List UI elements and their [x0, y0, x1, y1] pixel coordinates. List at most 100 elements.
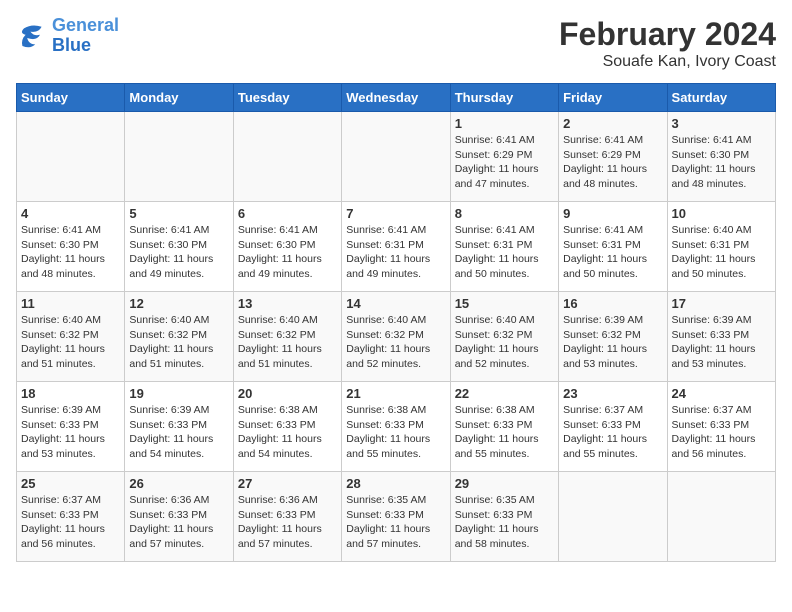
day-info: Sunrise: 6:41 AM Sunset: 6:29 PM Dayligh…	[455, 133, 554, 192]
calendar-cell	[17, 112, 125, 202]
calendar-cell: 6Sunrise: 6:41 AM Sunset: 6:30 PM Daylig…	[233, 202, 341, 292]
day-number: 17	[672, 296, 771, 311]
day-number: 28	[346, 476, 445, 491]
logo: General Blue	[16, 16, 119, 56]
calendar-cell: 11 Sunrise: 6:40 AM Sunset: 6:32 PM Dayli…	[17, 292, 125, 382]
day-number: 15	[455, 296, 554, 311]
day-info: Sunrise: 6:40 AM Sunset: 6:32 PM Dayligh…	[238, 313, 337, 372]
calendar-cell: 27 Sunrise: 6:36 AM Sunset: 6:33 PM Dayli…	[233, 472, 341, 562]
day-info: Sunrise: 6:35 AM Sunset: 6:33 PM Dayligh…	[455, 493, 554, 552]
calendar-day-header: Sunday	[17, 84, 125, 112]
day-number: 11	[21, 296, 120, 311]
calendar-cell: 7Sunrise: 6:41 AM Sunset: 6:31 PM Daylig…	[342, 202, 450, 292]
day-info: Sunrise: 6:39 AM Sunset: 6:33 PM Dayligh…	[129, 403, 228, 462]
calendar-day-header: Tuesday	[233, 84, 341, 112]
calendar-cell: 3 Sunrise: 6:41 AM Sunset: 6:30 PM Daylig…	[667, 112, 775, 202]
calendar-cell: 8Sunrise: 6:41 AM Sunset: 6:31 PM Daylig…	[450, 202, 558, 292]
calendar-cell: 16Sunrise: 6:39 AM Sunset: 6:32 PM Dayli…	[559, 292, 667, 382]
calendar-cell: 28 Sunrise: 6:35 AM Sunset: 6:33 PM Dayli…	[342, 472, 450, 562]
calendar-cell: 1 Sunrise: 6:41 AM Sunset: 6:29 PM Daylig…	[450, 112, 558, 202]
logo-general: General	[52, 15, 119, 35]
calendar-week-row: 4 Sunrise: 6:41 AM Sunset: 6:30 PM Daylig…	[17, 202, 776, 292]
day-info: Sunrise: 6:41 AM Sunset: 6:30 PM Dayligh…	[238, 223, 337, 282]
day-number: 22	[455, 386, 554, 401]
day-info: Sunrise: 6:41 AM Sunset: 6:30 PM Dayligh…	[129, 223, 228, 282]
day-info: Sunrise: 6:36 AM Sunset: 6:33 PM Dayligh…	[238, 493, 337, 552]
calendar-cell: 17Sunrise: 6:39 AM Sunset: 6:33 PM Dayli…	[667, 292, 775, 382]
day-number: 1	[455, 116, 554, 131]
day-number: 3	[672, 116, 771, 131]
calendar-cell: 9 Sunrise: 6:41 AM Sunset: 6:31 PM Daylig…	[559, 202, 667, 292]
day-number: 20	[238, 386, 337, 401]
calendar-cell	[125, 112, 233, 202]
day-info: Sunrise: 6:36 AM Sunset: 6:33 PM Dayligh…	[129, 493, 228, 552]
calendar-cell: 4 Sunrise: 6:41 AM Sunset: 6:30 PM Daylig…	[17, 202, 125, 292]
calendar-cell: 25Sunrise: 6:37 AM Sunset: 6:33 PM Dayli…	[17, 472, 125, 562]
day-number: 4	[21, 206, 120, 221]
day-number: 14	[346, 296, 445, 311]
calendar-cell: 19 Sunrise: 6:39 AM Sunset: 6:33 PM Dayli…	[125, 382, 233, 472]
logo-icon	[16, 22, 48, 50]
calendar-cell	[559, 472, 667, 562]
day-number: 27	[238, 476, 337, 491]
calendar-cell: 24 Sunrise: 6:37 AM Sunset: 6:33 PM Dayli…	[667, 382, 775, 472]
day-info: Sunrise: 6:37 AM Sunset: 6:33 PM Dayligh…	[21, 493, 120, 552]
day-info: Sunrise: 6:41 AM Sunset: 6:31 PM Dayligh…	[563, 223, 662, 282]
day-info: Sunrise: 6:38 AM Sunset: 6:33 PM Dayligh…	[238, 403, 337, 462]
calendar-cell: 26Sunrise: 6:36 AM Sunset: 6:33 PM Dayli…	[125, 472, 233, 562]
day-info: Sunrise: 6:41 AM Sunset: 6:30 PM Dayligh…	[672, 133, 771, 192]
calendar-cell: 2 Sunrise: 6:41 AM Sunset: 6:29 PM Daylig…	[559, 112, 667, 202]
calendar-cell: 23 Sunrise: 6:37 AM Sunset: 6:33 PM Dayli…	[559, 382, 667, 472]
page-header: General Blue February 2024 Souafe Kan, I…	[16, 16, 776, 71]
page-subtitle: Souafe Kan, Ivory Coast	[559, 53, 776, 71]
day-info: Sunrise: 6:37 AM Sunset: 6:33 PM Dayligh…	[672, 403, 771, 462]
calendar-cell: 29 Sunrise: 6:35 AM Sunset: 6:33 PM Dayli…	[450, 472, 558, 562]
calendar-cell: 10Sunrise: 6:40 AM Sunset: 6:31 PM Dayli…	[667, 202, 775, 292]
page-title: February 2024	[559, 16, 776, 53]
day-info: Sunrise: 6:41 AM Sunset: 6:29 PM Dayligh…	[563, 133, 662, 192]
day-info: Sunrise: 6:40 AM Sunset: 6:32 PM Dayligh…	[21, 313, 120, 372]
calendar-day-header: Saturday	[667, 84, 775, 112]
day-info: Sunrise: 6:39 AM Sunset: 6:32 PM Dayligh…	[563, 313, 662, 372]
calendar-cell: 15 Sunrise: 6:40 AM Sunset: 6:32 PM Dayli…	[450, 292, 558, 382]
day-number: 23	[563, 386, 662, 401]
calendar-day-header: Friday	[559, 84, 667, 112]
day-info: Sunrise: 6:41 AM Sunset: 6:31 PM Dayligh…	[455, 223, 554, 282]
day-number: 10	[672, 206, 771, 221]
day-number: 29	[455, 476, 554, 491]
day-number: 21	[346, 386, 445, 401]
calendar-day-header: Monday	[125, 84, 233, 112]
day-info: Sunrise: 6:37 AM Sunset: 6:33 PM Dayligh…	[563, 403, 662, 462]
calendar-cell: 13 Sunrise: 6:40 AM Sunset: 6:32 PM Dayli…	[233, 292, 341, 382]
calendar-cell: 21 Sunrise: 6:38 AM Sunset: 6:33 PM Dayli…	[342, 382, 450, 472]
day-number: 18	[21, 386, 120, 401]
day-info: Sunrise: 6:38 AM Sunset: 6:33 PM Dayligh…	[346, 403, 445, 462]
day-info: Sunrise: 6:41 AM Sunset: 6:30 PM Dayligh…	[21, 223, 120, 282]
day-number: 2	[563, 116, 662, 131]
calendar-cell: 5 Sunrise: 6:41 AM Sunset: 6:30 PM Daylig…	[125, 202, 233, 292]
calendar-cell	[342, 112, 450, 202]
calendar-week-row: 25Sunrise: 6:37 AM Sunset: 6:33 PM Dayli…	[17, 472, 776, 562]
title-block: February 2024 Souafe Kan, Ivory Coast	[559, 16, 776, 71]
day-number: 13	[238, 296, 337, 311]
calendar-cell: 22Sunrise: 6:38 AM Sunset: 6:33 PM Dayli…	[450, 382, 558, 472]
calendar-week-row: 1 Sunrise: 6:41 AM Sunset: 6:29 PM Daylig…	[17, 112, 776, 202]
day-number: 9	[563, 206, 662, 221]
calendar-header-row: SundayMondayTuesdayWednesdayThursdayFrid…	[17, 84, 776, 112]
calendar-cell	[667, 472, 775, 562]
day-number: 24	[672, 386, 771, 401]
calendar-cell: 18 Sunrise: 6:39 AM Sunset: 6:33 PM Dayli…	[17, 382, 125, 472]
calendar-table: SundayMondayTuesdayWednesdayThursdayFrid…	[16, 83, 776, 562]
logo-blue: Blue	[52, 35, 91, 55]
day-info: Sunrise: 6:35 AM Sunset: 6:33 PM Dayligh…	[346, 493, 445, 552]
day-info: Sunrise: 6:40 AM Sunset: 6:32 PM Dayligh…	[346, 313, 445, 372]
day-number: 12	[129, 296, 228, 311]
calendar-cell: 20 Sunrise: 6:38 AM Sunset: 6:33 PM Dayli…	[233, 382, 341, 472]
calendar-day-header: Wednesday	[342, 84, 450, 112]
day-number: 5	[129, 206, 228, 221]
day-info: Sunrise: 6:39 AM Sunset: 6:33 PM Dayligh…	[21, 403, 120, 462]
day-info: Sunrise: 6:40 AM Sunset: 6:32 PM Dayligh…	[455, 313, 554, 372]
calendar-day-header: Thursday	[450, 84, 558, 112]
calendar-cell: 14 Sunrise: 6:40 AM Sunset: 6:32 PM Dayli…	[342, 292, 450, 382]
day-number: 19	[129, 386, 228, 401]
